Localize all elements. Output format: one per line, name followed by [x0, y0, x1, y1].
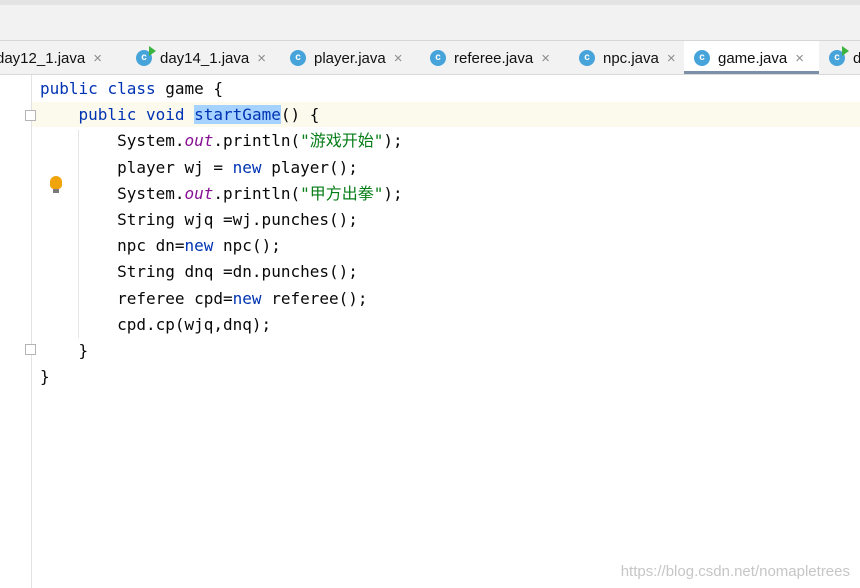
fold-marker-open-icon[interactable] [25, 110, 36, 121]
token-kw: new [232, 288, 262, 308]
run-badge-icon [842, 46, 849, 56]
code-editor[interactable]: public class game { public void startGam… [0, 75, 860, 588]
tab-close-icon[interactable]: × [257, 50, 266, 67]
token: ); [383, 131, 403, 151]
tab-label: referee.java [454, 49, 534, 67]
tab-close-icon[interactable]: × [667, 50, 676, 67]
java-class-icon: c [579, 50, 595, 66]
token: ); [383, 183, 403, 203]
code-line[interactable]: referee cpd=new referee(); [40, 286, 368, 312]
token-kw: public [40, 79, 98, 98]
token-kw: new [184, 236, 214, 256]
tab-label: npc.java [603, 49, 659, 67]
token: } [40, 367, 50, 387]
token-kw: class [107, 79, 156, 98]
java-class-icon: c [694, 50, 710, 66]
token: .println( [213, 183, 301, 203]
token: referee cpd= [40, 288, 233, 308]
code-line[interactable]: } [40, 364, 50, 390]
editor-tab-bar: day12_1.java × c day14_1.java × c player.java ×… [0, 41, 860, 75]
tab-label: player.java [314, 49, 386, 67]
java-class-run-icon: c [136, 46, 156, 66]
token-field: out [184, 183, 214, 203]
editor-gutter[interactable] [0, 75, 36, 588]
java-class-icon: c [290, 50, 306, 66]
token: player wj = [40, 157, 233, 177]
run-badge-icon [149, 46, 156, 56]
tab-label: day12_1.java [0, 49, 86, 67]
java-class-run-icon: c [829, 46, 849, 66]
title-bar [0, 0, 860, 41]
tab-label: day14_1.java [160, 49, 250, 67]
code-line[interactable]: String dnq =dn.punches(); [40, 259, 358, 285]
token-str: "游戏开始" [300, 131, 384, 151]
token-kw: public [78, 105, 137, 125]
title-strip [0, 0, 860, 5]
token-kw: new [232, 157, 262, 177]
code-line[interactable]: System.out.println("游戏开始"); [40, 128, 403, 154]
token: System. [40, 131, 185, 151]
tab-label: d [853, 50, 860, 67]
token: npc(); [213, 236, 281, 256]
watermark: https://blog.csdn.net/nomapletrees [620, 563, 850, 580]
tab-label: game.java [718, 49, 788, 67]
tab-close-icon[interactable]: × [93, 50, 102, 67]
tab-close-icon[interactable]: × [394, 50, 403, 67]
code-line[interactable]: public void startGame() { [40, 102, 319, 128]
token: player(); [261, 157, 358, 177]
token-field: out [184, 131, 214, 151]
editor-tab-referee-java[interactable]: c referee.java × [420, 41, 563, 74]
editor-tabs: day12_1.java × c day14_1.java × c player.java ×… [0, 41, 860, 74]
editor-tab-day14-1-java[interactable]: c day14_1.java × [126, 41, 274, 74]
token: .println( [213, 131, 301, 151]
code-line[interactable]: } [40, 338, 89, 364]
editor-tab-game-java[interactable]: c game.java × [684, 41, 819, 74]
token: npc dn= [40, 236, 185, 256]
code-line[interactable]: public class game { [40, 76, 223, 102]
fold-marker-close-icon[interactable] [25, 344, 36, 355]
token-kw: void [145, 105, 185, 125]
token: game { [155, 79, 224, 98]
token: cpd.cp(wjq,dnq); [40, 314, 272, 334]
token: referee(); [261, 288, 368, 308]
editor-tab-d[interactable]: cd [819, 41, 860, 74]
token: } [40, 341, 89, 360]
token: () { [280, 105, 320, 125]
token-str: "甲方出拳" [300, 183, 384, 203]
code-line[interactable]: npc dn=new npc(); [40, 233, 281, 259]
code-line[interactable]: String wjq =wj.punches(); [40, 207, 358, 233]
code-line[interactable]: System.out.println("甲方出拳"); [40, 181, 403, 207]
token: System. [40, 183, 185, 203]
token: String wjq =wj.punches(); [40, 210, 358, 229]
tab-close-icon[interactable]: × [541, 50, 550, 67]
code-line[interactable]: cpd.cp(wjq,dnq); [40, 312, 271, 338]
token: String dnq =dn.punches(); [40, 262, 358, 282]
code-line[interactable]: player wj = new player(); [40, 155, 358, 181]
token-kw: startGame [194, 105, 281, 125]
editor-tab-player-java[interactable]: c player.java × [280, 41, 414, 74]
editor-tab-npc-java[interactable]: c npc.java × [569, 41, 678, 74]
java-class-icon: c [430, 50, 446, 66]
tab-close-icon[interactable]: × [795, 50, 804, 67]
editor-tab-day12-1-java[interactable]: day12_1.java × [0, 41, 122, 74]
